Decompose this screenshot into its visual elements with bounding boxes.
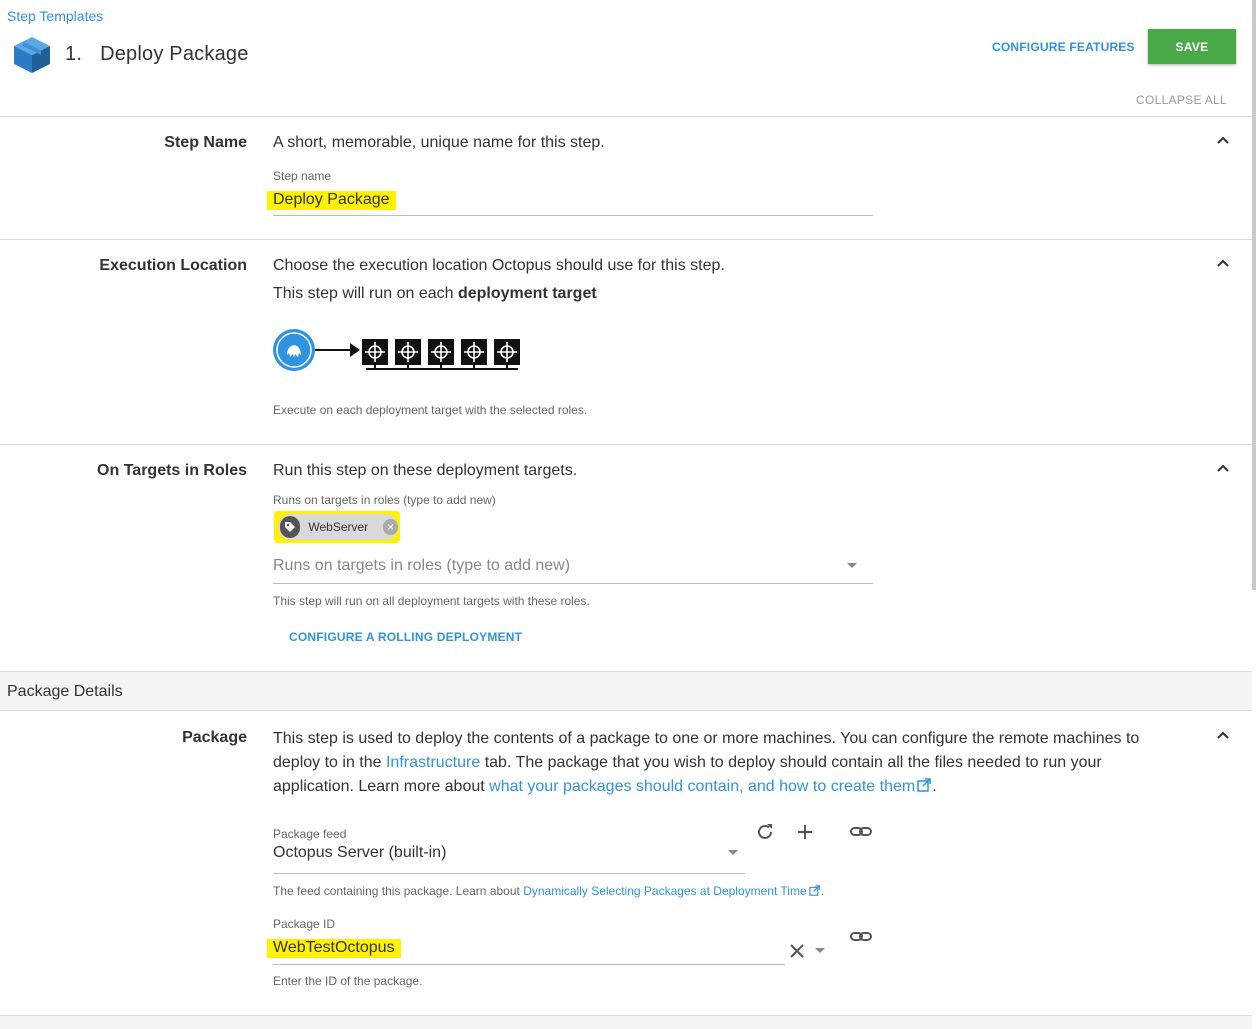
package-feed-underline xyxy=(273,873,745,874)
refresh-icon[interactable] xyxy=(754,821,776,843)
divider xyxy=(0,116,1252,117)
infrastructure-link[interactable]: Infrastructure xyxy=(386,754,480,771)
dynamic-packages-link[interactable]: Dynamically Selecting Packages at Deploy… xyxy=(523,884,820,898)
section-label-step-name: Step Name xyxy=(164,134,247,151)
external-link-icon xyxy=(917,778,931,792)
package-id-value: WebTestOctopus xyxy=(267,939,401,958)
execution-location-description: Choose the execution location Octopus sh… xyxy=(273,257,725,274)
section-label-targets: On Targets in Roles xyxy=(97,462,247,479)
page-title: 1. Deploy Package xyxy=(65,43,249,66)
link-icon[interactable] xyxy=(850,926,872,948)
package-details-group: Package Details xyxy=(0,671,1252,711)
dynamic-packages-link-text: Dynamically Selecting Packages at Deploy… xyxy=(523,884,807,898)
next-section-band xyxy=(0,1015,1252,1029)
step-name-underline xyxy=(273,215,873,216)
run-on-text: This step will run on each deployment ta… xyxy=(273,285,597,303)
package-id-label: Package ID xyxy=(273,917,336,931)
package-id-underline xyxy=(273,964,785,965)
run-on-bold: deployment target xyxy=(457,285,597,302)
link-icon[interactable] xyxy=(850,821,872,843)
section-label-package: Package xyxy=(182,729,247,746)
section-label-execution-location: Execution Location xyxy=(99,257,247,274)
save-button[interactable]: SAVE xyxy=(1148,29,1236,64)
step-name-field-label: Step name xyxy=(273,169,332,183)
tag-icon xyxy=(280,516,301,538)
divider xyxy=(0,444,1252,445)
feed-help-prefix: The feed containing this package. Learn … xyxy=(273,884,520,898)
chip-label: WebServer xyxy=(308,520,369,534)
configure-features-button[interactable]: CONFIGURE FEATURES xyxy=(992,40,1135,54)
dropdown-arrow-icon[interactable] xyxy=(815,948,825,953)
step-name-input[interactable]: Deploy Package xyxy=(267,191,396,210)
chevron-up-icon[interactable] xyxy=(1216,258,1230,268)
scrollbar[interactable] xyxy=(1252,0,1256,590)
roles-underline xyxy=(273,583,873,584)
add-icon[interactable] xyxy=(794,821,816,843)
step-name-value: Deploy Package xyxy=(267,191,396,210)
dropdown-arrow-icon[interactable] xyxy=(728,850,738,855)
external-link-icon xyxy=(808,885,820,896)
execution-location-help: Execute on each deployment target with t… xyxy=(273,403,588,417)
deployment-targets-diagram xyxy=(273,329,520,371)
package-feed-help: The feed containing this package. Learn … xyxy=(273,884,824,898)
step-title: Deploy Package xyxy=(100,43,249,65)
role-chip-webserver[interactable]: WebServer × xyxy=(278,514,398,540)
step-editor-page: Step Templates 1. Deploy Package CONFIGUR… xyxy=(0,0,1256,1029)
chevron-up-icon[interactable] xyxy=(1216,135,1230,145)
remove-chip-icon[interactable]: × xyxy=(383,519,398,535)
roles-help: This step will run on all deployment tar… xyxy=(273,594,590,608)
package-description: This step is used to deploy the contents… xyxy=(273,730,1140,795)
targets-description: Run this step on these deployment target… xyxy=(273,462,578,479)
roles-input[interactable]: Runs on targets in roles (type to add ne… xyxy=(273,557,570,575)
package-feed-select[interactable]: Octopus Server (built-in) xyxy=(273,844,446,862)
package-box-icon xyxy=(14,37,50,73)
collapse-all-button[interactable]: COLLAPSE ALL xyxy=(1136,93,1227,104)
configure-rolling-deployment-button[interactable]: CONFIGURE A ROLLING DEPLOYMENT xyxy=(289,630,522,644)
step-name-description: A short, memorable, unique name for this… xyxy=(273,134,605,151)
package-id-help: Enter the ID of the package. xyxy=(273,974,423,988)
package-feed-label: Package feed xyxy=(273,827,347,841)
step-number: 1. xyxy=(65,43,83,65)
group-title: Package Details xyxy=(7,683,123,700)
chevron-up-icon[interactable] xyxy=(1216,730,1230,740)
divider xyxy=(0,239,1252,240)
breadcrumb-step-templates[interactable]: Step Templates xyxy=(7,8,103,24)
chevron-up-icon[interactable] xyxy=(1216,463,1230,473)
packages-docs-link-text: what your packages should contain, and h… xyxy=(489,778,916,795)
package-id-input[interactable]: WebTestOctopus xyxy=(267,939,401,958)
run-on-prefix: This step will run on each xyxy=(273,285,454,302)
dropdown-arrow-icon[interactable] xyxy=(847,563,857,568)
roles-field-label: Runs on targets in roles (type to add ne… xyxy=(273,493,496,507)
packages-docs-link[interactable]: what your packages should contain, and h… xyxy=(489,778,932,795)
clear-icon[interactable] xyxy=(786,940,808,962)
